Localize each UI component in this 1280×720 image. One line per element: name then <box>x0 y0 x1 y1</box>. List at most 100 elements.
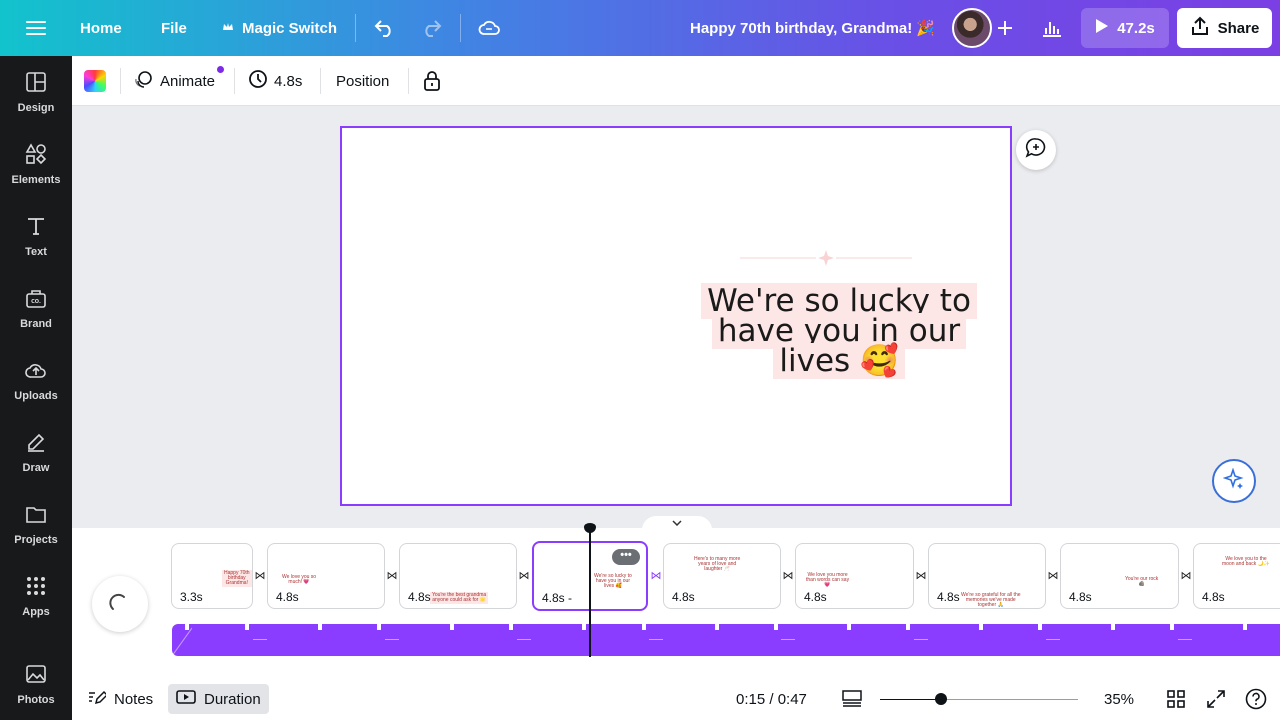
clip-thumbnail-text: We love you to the moon and back 🌙✨ <box>1222 556 1271 567</box>
audio-wave-mark <box>781 639 795 640</box>
transition-icon[interactable]: ⋈ <box>517 569 531 583</box>
magic-switch-button[interactable]: Magic Switch <box>222 0 337 56</box>
photos-icon <box>25 663 47 688</box>
avatar[interactable] <box>952 8 992 48</box>
divider <box>120 68 121 94</box>
page-view-icon[interactable] <box>842 678 862 720</box>
audio-track[interactable] <box>172 624 1280 656</box>
canvas-headline-text[interactable]: We're so lucky to have you in our lives … <box>694 283 984 379</box>
notes-button[interactable]: Notes <box>88 678 153 720</box>
beat-marker <box>1111 624 1115 630</box>
duration-toggle-label: Duration <box>204 690 261 708</box>
home-button[interactable]: Home <box>80 0 122 56</box>
sidebar-item-apps[interactable]: Apps <box>0 560 72 632</box>
beat-marker <box>377 624 381 630</box>
present-duration: 47.2s <box>1117 19 1155 37</box>
sidebar-item-brand[interactable]: CO. Brand <box>0 272 72 344</box>
beat-marker <box>774 624 778 630</box>
color-picker-swatch[interactable] <box>84 70 106 92</box>
brand-icon: CO. <box>25 287 47 312</box>
timeline-clip[interactable]: Happy 70th birthday Grandma! 3.3s <box>171 543 253 609</box>
text-icon <box>25 215 47 240</box>
sidebar-item-design[interactable]: Design <box>0 56 72 128</box>
sparkle-icon <box>1222 466 1245 495</box>
beat-marker <box>582 624 586 630</box>
headline-text: We're so lucky to have you in our lives … <box>701 283 977 379</box>
beat-marker <box>979 624 983 630</box>
beat-marker <box>245 624 249 630</box>
sidebar-item-photos[interactable]: Photos <box>0 648 72 720</box>
magic-assistant-button[interactable] <box>1212 459 1256 503</box>
timeline-clip[interactable]: We love you to the moon and back 🌙✨ 4.8s <box>1193 543 1280 609</box>
present-button[interactable]: 47.2s <box>1081 8 1169 48</box>
transition-icon[interactable]: ⋈ <box>781 569 795 583</box>
beat-marker <box>715 624 719 630</box>
transition-icon[interactable]: ⋈ <box>1046 569 1060 583</box>
beat-marker <box>185 624 189 630</box>
audio-wave-mark <box>914 639 928 640</box>
timeline-clip[interactable]: We're so grateful for all the memories w… <box>928 543 1046 609</box>
clip-duration: 4.8s <box>408 590 431 604</box>
time-readout: 0:15 / 0:47 <box>736 690 807 708</box>
lock-icon[interactable] <box>423 56 441 106</box>
audio-wave-mark <box>649 639 663 640</box>
sidebar-item-elements[interactable]: Elements <box>0 128 72 200</box>
duration-button[interactable]: 4.8s <box>248 56 302 106</box>
position-button[interactable]: Position <box>336 56 389 106</box>
clip-duration: 4.8s <box>1069 590 1092 604</box>
zoom-slider-handle[interactable] <box>935 693 948 705</box>
document-title[interactable]: Happy 70th birthday, Grandma! 🎉 <box>690 0 935 56</box>
animate-button[interactable]: Animate <box>134 56 215 106</box>
redo-icon[interactable] <box>420 0 444 56</box>
sidebar-item-projects[interactable]: Projects <box>0 488 72 560</box>
sidebar-item-label: Uploads <box>14 389 58 402</box>
add-comment-button[interactable] <box>1016 130 1056 170</box>
divider <box>460 14 461 42</box>
duration-toggle-button[interactable]: Duration <box>168 684 269 714</box>
undo-icon[interactable] <box>374 0 398 56</box>
cloud-save-icon[interactable] <box>478 0 502 56</box>
animate-icon <box>134 69 154 93</box>
insights-chart-icon[interactable] <box>1042 0 1064 56</box>
timeline-clip[interactable]: You're our rock 🪨 4.8s <box>1060 543 1179 609</box>
design-canvas[interactable]: We're so lucky to have you in our lives … <box>340 126 1012 506</box>
animate-label: Animate <box>160 72 216 90</box>
invite-plus-icon[interactable] <box>990 13 1020 43</box>
sidebar-item-label: Apps <box>22 605 50 618</box>
zoom-level[interactable]: 35% <box>1104 678 1134 720</box>
timeline-clip[interactable]: We love you so much! 💗 4.8s <box>267 543 385 609</box>
menu-icon[interactable] <box>26 0 48 56</box>
transition-icon[interactable]: ⋈ <box>649 569 663 583</box>
sidebar-item-draw[interactable]: Draw <box>0 416 72 488</box>
play-icon <box>1095 18 1109 38</box>
sidebar-item-text[interactable]: Text <box>0 200 72 272</box>
beat-marker <box>906 624 910 630</box>
sidebar-item-label: Draw <box>22 461 50 474</box>
beat-marker <box>1243 624 1247 630</box>
transition-icon[interactable]: ⋈ <box>253 569 267 583</box>
fullscreen-icon[interactable] <box>1207 678 1225 720</box>
design-icon <box>25 71 47 96</box>
timeline-clip[interactable]: Here's to many more years of love and la… <box>663 543 781 609</box>
beat-marker <box>847 624 851 630</box>
grid-view-icon[interactable] <box>1167 678 1185 720</box>
beat-marker <box>642 624 646 630</box>
audio-fade-handle[interactable] <box>172 624 192 656</box>
timeline-clip[interactable]: You're the best grandma anyone could ask… <box>399 543 517 609</box>
clip-more-options-icon[interactable]: ••• <box>612 549 640 565</box>
playhead[interactable] <box>589 530 591 657</box>
sidebar-item-label: Text <box>25 245 47 258</box>
clip-thumbnail-text: You're the best grandma anyone could ask… <box>430 592 489 604</box>
transition-icon[interactable]: ⋈ <box>385 569 399 583</box>
sidebar-item-uploads[interactable]: Uploads <box>0 344 72 416</box>
share-button[interactable]: Share <box>1177 8 1272 48</box>
file-button[interactable]: File <box>161 0 187 56</box>
timeline-clip[interactable]: We love you more than words can say 💗 4.… <box>795 543 914 609</box>
loading-spinner-icon <box>92 576 148 632</box>
help-icon[interactable] <box>1245 678 1267 720</box>
sidebar-item-label: Photos <box>17 693 55 706</box>
transition-icon[interactable]: ⋈ <box>1179 569 1193 583</box>
collapse-timeline-chevron-icon[interactable] <box>642 516 712 530</box>
transition-icon[interactable]: ⋈ <box>914 569 928 583</box>
elements-icon <box>25 142 47 168</box>
